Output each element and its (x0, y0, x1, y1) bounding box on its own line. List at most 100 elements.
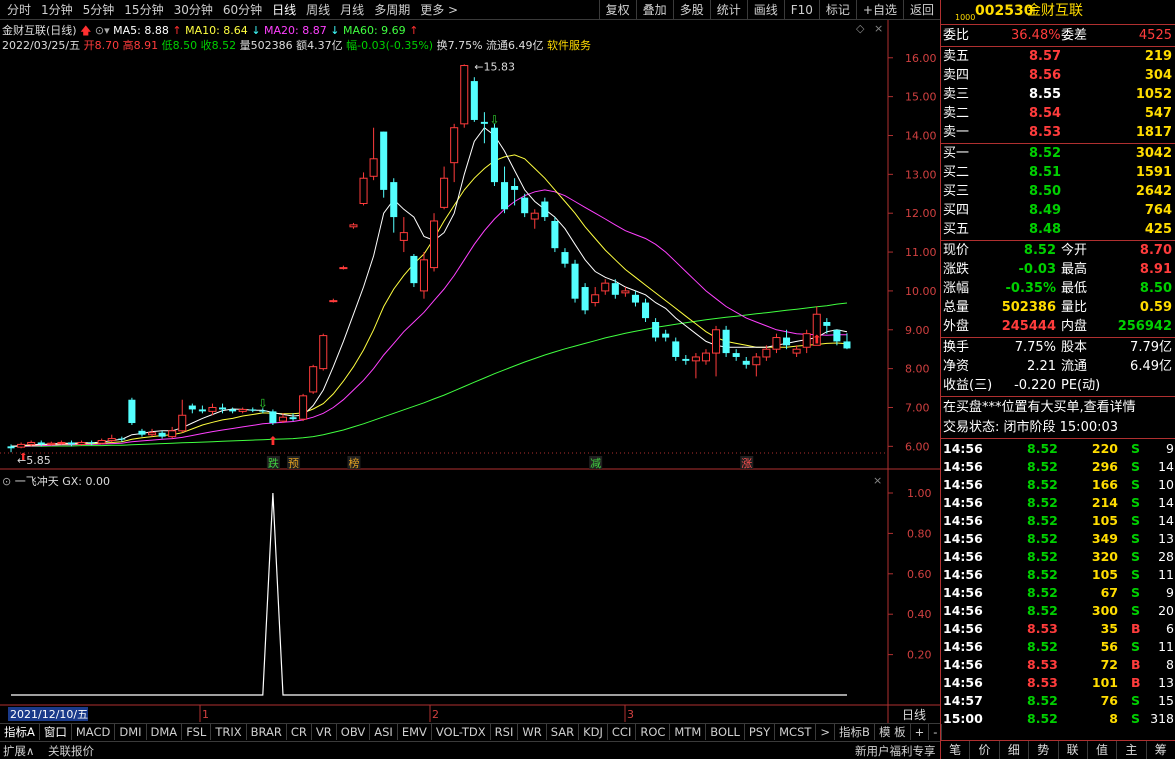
candle-body (47, 442, 56, 445)
tick-row: 14:57 8.52 76 S 15 (941, 692, 1175, 710)
y-tick-label: 11.00 (905, 246, 937, 259)
indicator-tab-13[interactable]: VOL-TDX (432, 724, 491, 740)
tick-time: 14:56 (943, 675, 983, 690)
tick-side: B (1131, 657, 1141, 672)
close-icon[interactable]: × (874, 22, 883, 35)
tick-price: 8.52 (1027, 711, 1058, 726)
candle-body (672, 341, 680, 357)
side-tab-2[interactable]: 细 (1000, 741, 1030, 759)
tick-time: 14:56 (943, 549, 983, 564)
side-tab-3[interactable]: 势 (1029, 741, 1059, 759)
event-label[interactable]: 榜 (348, 456, 359, 470)
indicator-tab-22[interactable]: PSY (745, 724, 776, 740)
tick-side: S (1131, 495, 1141, 510)
quote-cell: 换手 (943, 340, 970, 355)
candle-body (742, 360, 750, 365)
indicator-tab-26[interactable]: 模 板 (875, 724, 911, 740)
indicator-tab-17[interactable]: KDJ (579, 724, 608, 740)
indicator-tab-24[interactable]: > (816, 724, 836, 740)
indicator-tab-19[interactable]: ROC (636, 724, 671, 740)
quote-cell: PE(动) (1061, 378, 1101, 393)
indicator-tab-3[interactable]: DMI (115, 724, 147, 740)
tick-price: 8.52 (1027, 531, 1058, 546)
indicator-tab-9[interactable]: VR (312, 724, 337, 740)
indicator-tab-21[interactable]: BOLL (706, 724, 745, 740)
indicator-tab-1[interactable]: 窗口 (40, 724, 72, 740)
tick-side: S (1131, 711, 1141, 726)
event-label[interactable]: 预 (288, 457, 299, 470)
side-tab-0[interactable]: 笔 (941, 741, 971, 759)
quote-cell: 买二 (943, 165, 970, 180)
side-tab-4[interactable]: 联 (1059, 741, 1088, 759)
indicator-tab-16[interactable]: SAR (547, 724, 580, 740)
tick-volume: 67 (1100, 585, 1118, 600)
close-icon[interactable]: × (873, 474, 882, 487)
indicator-tab-27[interactable]: + (911, 724, 930, 740)
candle-body (359, 177, 368, 204)
tick-time: 14:56 (943, 567, 983, 582)
y-tick-label: 13.00 (905, 168, 937, 181)
quote-cell: 8.51 (1029, 165, 1062, 180)
kline-chart[interactable]: 16.0015.0014.0013.0012.0011.0010.009.008… (0, 0, 940, 723)
ask-row: 卖三 8.55 1052 (941, 85, 1175, 104)
indicator-tab-18[interactable]: CCI (608, 724, 637, 740)
tick-side: S (1131, 459, 1141, 474)
expand-button[interactable]: 扩展∧ (3, 743, 34, 759)
candle-body (440, 177, 449, 208)
new-user-link[interactable]: 新用户福利专享 (855, 743, 936, 759)
event-label[interactable]: 涨 (741, 457, 752, 470)
indicator-tab-25[interactable]: 指标B (835, 724, 875, 740)
indicator-tab-4[interactable]: DMA (147, 724, 183, 740)
event-label[interactable]: 跌 (268, 456, 279, 470)
event-label[interactable]: 减 (590, 457, 601, 470)
quote-cell: 股本 (1061, 340, 1088, 355)
indicator-tab-11[interactable]: ASI (370, 724, 398, 740)
candle-body (148, 432, 157, 436)
ask-row: 卖二 8.54 547 (941, 104, 1175, 123)
separator (941, 396, 1175, 397)
candle-body (843, 341, 851, 349)
tick-volume: 101 (1091, 675, 1118, 690)
candle-body (208, 406, 217, 412)
indicator-tab-23[interactable]: MCST (775, 724, 817, 740)
indicator-settings-icon[interactable]: ⊙ (2, 475, 11, 488)
tick-volume: 349 (1091, 531, 1118, 546)
tick-price: 8.52 (1027, 441, 1058, 456)
indicator-tab-7[interactable]: BRAR (247, 724, 287, 740)
tick-time: 14:56 (943, 531, 983, 546)
candle-body (521, 197, 529, 214)
buy-arrow-icon: ⬆ (19, 452, 27, 463)
side-tab-7[interactable]: 筹 (1147, 741, 1175, 759)
quote-cell: -0.03 (1018, 262, 1056, 277)
diamond-icon[interactable]: ◇ (856, 22, 865, 35)
x-label: 2 (432, 708, 439, 721)
indicator-tab-6[interactable]: TRIX (211, 724, 247, 740)
indicator-tab-0[interactable]: 指标A (0, 724, 40, 740)
tick-row: 14:56 8.52 105 S 14 (941, 512, 1175, 530)
side-tab-5[interactable]: 值 (1088, 741, 1118, 759)
quote-cell: 256942 (1117, 319, 1172, 334)
indicator-tab-15[interactable]: WR (518, 724, 547, 740)
related-quotes-button[interactable]: 关联报价 (48, 743, 94, 759)
notice-row: 在买盘***位置有大买单,查看详情 (941, 398, 1175, 417)
quote-cell: 总量 (943, 300, 970, 315)
indicator-tab-12[interactable]: EMV (398, 724, 432, 740)
quote-cell: 收益(三) (943, 378, 993, 393)
candle-body (601, 282, 610, 292)
indicator-tab-10[interactable]: OBV (337, 724, 371, 740)
indicator-tab-8[interactable]: CR (287, 724, 312, 740)
candle-body (833, 329, 841, 342)
candle-body (772, 337, 781, 350)
tick-row: 14:56 8.52 105 S 11 (941, 566, 1175, 584)
indicator-tab-2[interactable]: MACD (72, 724, 116, 740)
stock-name: 金财互联 (1027, 3, 1083, 19)
tick-count: 9 (1166, 441, 1174, 456)
indicator-tab-5[interactable]: FSL (182, 724, 212, 740)
tick-price: 8.52 (1027, 639, 1058, 654)
candle-body (501, 182, 509, 210)
side-tab-1[interactable]: 价 (970, 741, 1000, 759)
indicator-tab-14[interactable]: RSI (491, 724, 519, 740)
indicator-tab-20[interactable]: MTM (670, 724, 707, 740)
side-tab-6[interactable]: 主 (1117, 741, 1147, 759)
quote-cell: 1817 (1135, 125, 1172, 140)
